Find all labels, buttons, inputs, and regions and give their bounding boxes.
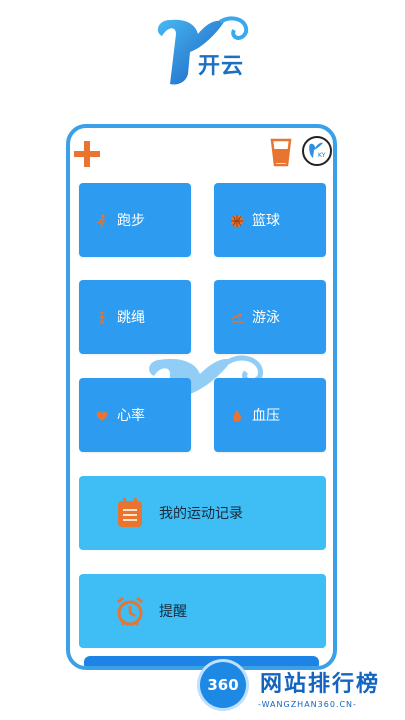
tile-label: 篮球 bbox=[252, 213, 280, 229]
blood-pressure-icon bbox=[230, 408, 244, 422]
brand-logo: 开云 bbox=[150, 12, 260, 96]
tile-label: 血压 bbox=[252, 408, 280, 424]
running-icon bbox=[95, 213, 109, 228]
badge-title: 网站排行榜 bbox=[260, 672, 381, 697]
tile-running[interactable]: 跑步 bbox=[79, 183, 191, 257]
badge-subtitle: -WANGZHAN360.CN- bbox=[258, 700, 357, 709]
site-watermark-badge: 360 网站排行榜 -WANGZHAN360.CN- bbox=[196, 660, 401, 718]
swimming-icon bbox=[230, 310, 244, 324]
brand-name: 开云 bbox=[198, 54, 245, 79]
heart-icon bbox=[95, 408, 109, 422]
tile-basketball[interactable]: 篮球 bbox=[214, 183, 326, 257]
add-plus-icon[interactable] bbox=[72, 139, 102, 169]
alarm-clock-icon bbox=[115, 595, 145, 627]
avatar[interactable]: KY bbox=[302, 136, 332, 166]
records-label: 我的运动记录 bbox=[159, 506, 243, 522]
tile-label: 跑步 bbox=[117, 213, 145, 229]
svg-text:KY: KY bbox=[318, 152, 326, 159]
notebook-icon bbox=[115, 497, 145, 529]
basketball-icon bbox=[230, 213, 244, 227]
my-exercise-records-button[interactable]: 我的运动记录 bbox=[79, 476, 326, 550]
tile-blood-pressure[interactable]: 血压 bbox=[214, 378, 326, 452]
reminder-label: 提醒 bbox=[159, 604, 187, 620]
water-cup-icon[interactable] bbox=[269, 137, 293, 167]
tile-label: 心率 bbox=[117, 408, 145, 424]
tile-swimming[interactable]: 游泳 bbox=[214, 280, 326, 354]
tile-heart-rate[interactable]: 心率 bbox=[79, 378, 191, 452]
reminder-button[interactable]: 提醒 bbox=[79, 574, 326, 648]
badge-360: 360 bbox=[200, 662, 246, 708]
tile-label: 跳绳 bbox=[117, 310, 145, 326]
jump-rope-icon bbox=[95, 310, 109, 325]
tile-label: 游泳 bbox=[252, 310, 280, 326]
tile-jump-rope[interactable]: 跳绳 bbox=[79, 280, 191, 354]
